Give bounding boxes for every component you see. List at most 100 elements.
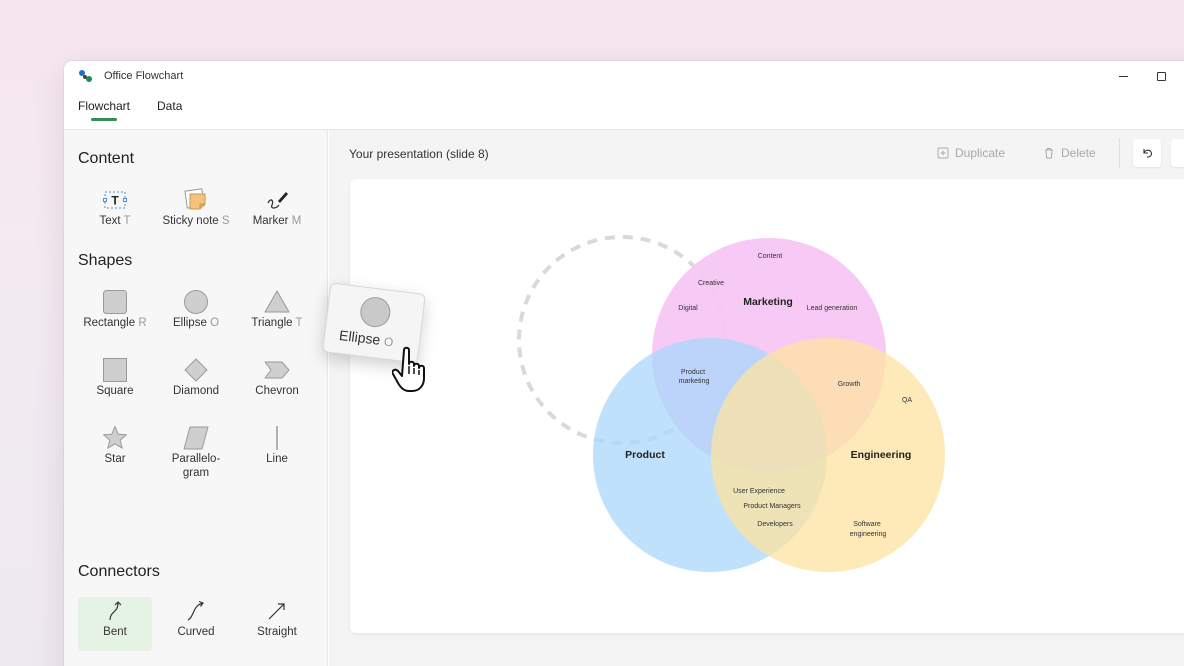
delete-label: Delete: [1061, 146, 1096, 160]
sticky-note-tool-key: S: [221, 215, 230, 227]
tab-flowchart[interactable]: Flowchart: [78, 99, 130, 121]
title-bar: Office Flowchart: [64, 61, 1184, 91]
chevron-icon: [264, 361, 290, 379]
venn-item-qa: QA: [902, 397, 912, 404]
bent-connector-icon: [109, 601, 122, 621]
content-section-title: Content: [78, 150, 135, 167]
minimize-button[interactable]: [1116, 69, 1130, 83]
curved-connector-tool[interactable]: Curved: [159, 597, 233, 657]
straight-connector-icon: [268, 603, 285, 620]
rectangle-tool-label: Rectangle: [83, 317, 136, 329]
curved-connector-label: Curved: [177, 626, 215, 638]
marker-tool-label: Marker: [252, 215, 289, 227]
star-icon: [103, 426, 127, 449]
triangle-tool[interactable]: Triangle T: [240, 288, 314, 348]
venn-item-user-experience: User Experience: [733, 488, 785, 495]
venn-item-software-engineering-2: engineering: [850, 531, 887, 538]
duplicate-button[interactable]: Duplicate: [937, 146, 1005, 160]
venn-item-product-managers: Product Managers: [743, 503, 801, 510]
rectangle-icon: [103, 290, 127, 314]
straight-connector-label: Straight: [257, 626, 297, 638]
text-tool-key: T: [123, 215, 131, 227]
ellipse-tool[interactable]: Ellipse O: [159, 288, 233, 348]
venn-item-product-marketing-2: marketing: [679, 378, 710, 385]
venn-item-content: Content: [758, 253, 783, 260]
venn-item-software-engineering-1: Software: [853, 521, 881, 528]
parallelogram-tool-label-2: gram: [182, 467, 210, 479]
venn-label-marketing: Marketing: [743, 296, 793, 308]
presentation-title: Your presentation (slide 8): [349, 147, 489, 161]
ellipse-tool-label: Ellipse: [172, 317, 207, 329]
parallelogram-tool[interactable]: Parallelo-gram: [159, 424, 233, 498]
curved-connector-icon: [187, 600, 204, 621]
app-title: Office Flowchart: [104, 70, 184, 82]
parallelogram-icon: [183, 426, 209, 450]
rectangle-tool[interactable]: Rectangle R: [78, 288, 152, 348]
trash-icon: [1045, 148, 1053, 159]
ellipse-preview-icon: [358, 295, 393, 329]
diamond-icon: [184, 358, 208, 382]
venn-item-digital: Digital: [678, 305, 698, 312]
maximize-button[interactable]: [1154, 69, 1168, 83]
parallelogram-tool-label-1: Parallelo-: [171, 453, 221, 465]
line-icon: [276, 426, 278, 450]
duplicate-icon: [937, 147, 949, 159]
connectors-section-title: Connectors: [78, 563, 160, 580]
marker-icon: [267, 192, 288, 209]
maximize-icon: [1156, 71, 1166, 81]
diamond-tool[interactable]: Diamond: [159, 356, 233, 416]
app-window: Office Flowchart Flowchart Data Content …: [64, 61, 1184, 666]
duplicate-label: Duplicate: [955, 146, 1006, 160]
slide-canvas[interactable]: Marketing Product Engineering Content Cr…: [350, 179, 1184, 633]
undo-icon: [1143, 149, 1152, 158]
toolbar-divider: [1119, 138, 1120, 168]
sticky-note-icon: [184, 188, 206, 210]
app-logo-icon: [78, 68, 94, 84]
minimize-icon: [1118, 75, 1128, 77]
star-tool-label: Star: [104, 453, 126, 465]
triangle-tool-label: Triangle: [251, 317, 293, 329]
text-tool[interactable]: T Text T: [78, 186, 152, 246]
square-tool-label: Square: [96, 385, 134, 397]
diamond-tool-label: Diamond: [172, 385, 220, 397]
chevron-tool-label: Chevron: [255, 385, 299, 397]
square-tool[interactable]: Square: [78, 356, 152, 416]
text-tool-label: Text: [99, 215, 121, 227]
text-icon: T: [103, 191, 127, 209]
venn-item-creative: Creative: [698, 280, 724, 287]
dragged-ellipse-label: Ellipse: [338, 326, 382, 348]
tool-sidebar: Content T Text T Sticky note S Marker M …: [64, 130, 328, 666]
line-tool-label: Line: [266, 453, 288, 465]
hand-cursor-icon: [392, 346, 425, 392]
venn-diagram: Marketing Product Engineering Content Cr…: [517, 235, 945, 572]
triangle-icon: [264, 290, 290, 313]
triangle-tool-key: T: [295, 317, 303, 329]
main-area: Your presentation (slide 8) Duplicate De…: [329, 130, 1184, 666]
chevron-tool[interactable]: Chevron: [240, 356, 314, 416]
rectangle-tool-key: R: [138, 317, 147, 329]
sticky-note-tool[interactable]: Sticky note S: [159, 186, 233, 246]
venn-item-developers: Developers: [757, 521, 793, 528]
marker-tool[interactable]: Marker M: [240, 186, 314, 246]
delete-button[interactable]: Delete: [1043, 146, 1096, 160]
straight-connector-tool[interactable]: Straight: [240, 597, 314, 657]
venn-label-product: Product: [625, 449, 665, 461]
bent-connector-tool[interactable]: Bent: [78, 597, 152, 651]
marker-tool-key: M: [291, 215, 302, 227]
tab-bar: Flowchart Data: [78, 99, 182, 121]
venn-item-growth: Growth: [838, 381, 861, 388]
venn-item-lead-generation: Lead generation: [807, 305, 858, 312]
venn-item-product-marketing-1: Product: [681, 369, 705, 376]
redo-button[interactable]: [1171, 139, 1184, 167]
bent-connector-label: Bent: [103, 626, 127, 638]
undo-button[interactable]: [1133, 139, 1161, 167]
ellipse-icon: [184, 290, 208, 314]
venn-label-engineering: Engineering: [851, 449, 912, 461]
tab-data[interactable]: Data: [157, 99, 182, 121]
star-tool[interactable]: Star: [78, 424, 152, 484]
ellipse-tool-key: O: [210, 317, 220, 329]
square-icon: [103, 358, 127, 382]
sticky-note-tool-label: Sticky note: [162, 215, 219, 227]
line-tool[interactable]: Line: [240, 424, 314, 484]
svg-text:T: T: [111, 194, 119, 208]
